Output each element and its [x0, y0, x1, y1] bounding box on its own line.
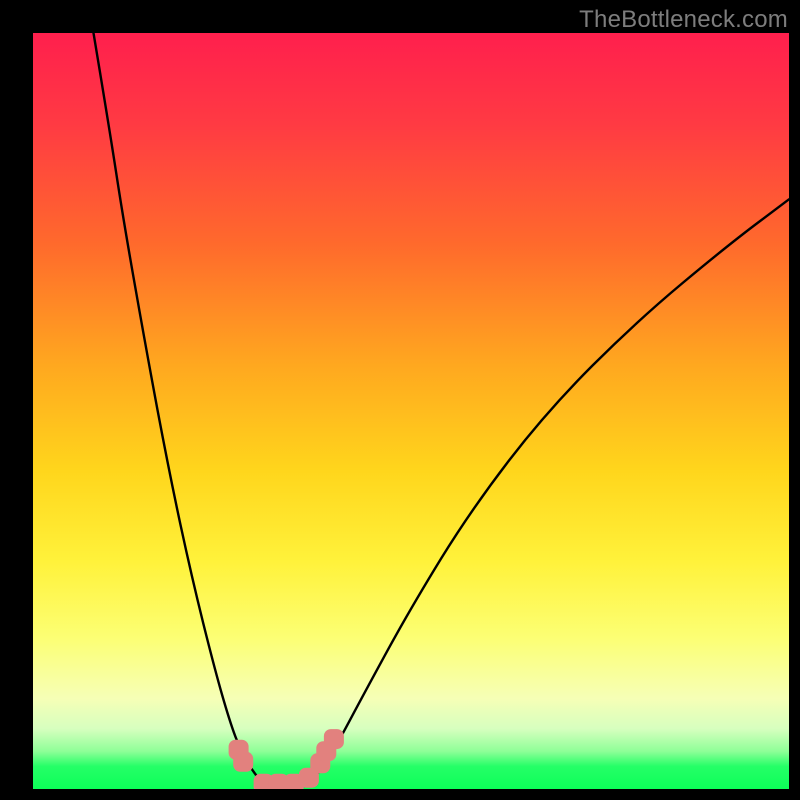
critical-marker	[233, 752, 253, 772]
critical-marker	[324, 729, 344, 749]
chart-container: TheBottleneck.com	[0, 0, 800, 800]
plot-area	[33, 33, 789, 789]
critical-zone-markers	[229, 729, 344, 789]
watermark-text: TheBottleneck.com	[579, 6, 788, 34]
bottleneck-curve	[94, 33, 790, 785]
chart-svg	[33, 33, 789, 789]
